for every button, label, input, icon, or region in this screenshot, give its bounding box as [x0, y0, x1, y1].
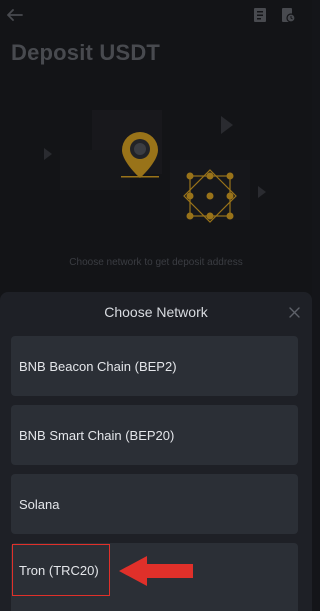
network-option-label: Solana — [19, 496, 60, 512]
sheet-title: Choose Network — [104, 304, 208, 320]
close-icon — [288, 306, 300, 318]
network-option-bep2[interactable]: BNB Beacon Chain (BEP2) — [11, 336, 298, 396]
pointer-arrow-icon — [119, 556, 193, 586]
highlight-box — [12, 544, 110, 596]
close-button[interactable] — [286, 304, 302, 320]
network-option-label: BNB Smart Chain (BEP20) — [19, 427, 175, 443]
network-option-solana[interactable]: Solana — [11, 474, 298, 534]
screen: Deposit USDT Choose network to get depos… — [0, 0, 312, 611]
network-option-bep20[interactable]: BNB Smart Chain (BEP20) — [11, 405, 298, 465]
network-option-label: BNB Beacon Chain (BEP2) — [19, 358, 177, 374]
